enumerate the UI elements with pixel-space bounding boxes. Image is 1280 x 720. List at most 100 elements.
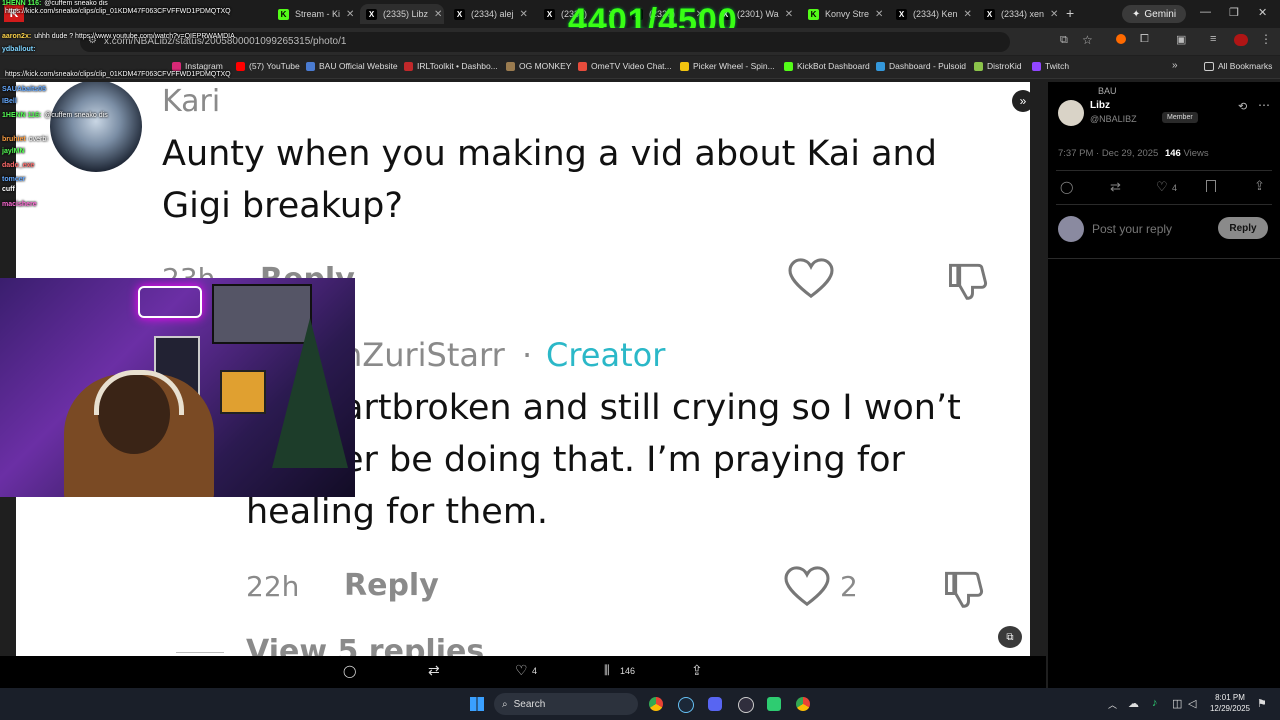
obs-icon[interactable] (738, 697, 754, 713)
bookmark-item[interactable]: BAU Official Website (306, 61, 398, 71)
tray-chevron-icon[interactable]: ︿ (1108, 698, 1117, 711)
chat-username: dado_exe (2, 162, 35, 169)
cloud-icon[interactable]: ☁ (1128, 697, 1139, 710)
dislike-icon[interactable] (940, 566, 986, 610)
view-replies[interactable]: View 5 replies (246, 634, 484, 656)
comment-text-line: er be doing that. I’m praying for (342, 440, 905, 480)
all-bookmarks-button[interactable]: All Bookmarks (1204, 61, 1272, 71)
puzzle-icon[interactable]: ⧠ (1140, 33, 1149, 46)
gemini-button[interactable]: ✦ Gemini (1122, 5, 1187, 23)
new-tab-button[interactable]: + (1066, 5, 1074, 21)
bookmark-item[interactable]: KickBot Dashboard (784, 61, 870, 71)
grok-icon[interactable]: ⟲ (1238, 100, 1247, 113)
bookmark-item[interactable]: Twitch (1032, 61, 1069, 71)
menu-lines-icon[interactable]: ≡ (1210, 33, 1216, 45)
chat-text: https://kick.com/sneako/clips/clip_01KDM… (5, 71, 231, 78)
like-icon[interactable]: ♡ (515, 662, 528, 679)
retweet-icon[interactable]: ⇄ (428, 662, 440, 679)
views-count: 146 (620, 666, 636, 676)
tab-label: (2335) Libz (383, 9, 429, 19)
bookmark-label: Twitch (1045, 61, 1070, 71)
heart-icon[interactable] (784, 566, 830, 608)
wifi-icon[interactable]: ◫ (1172, 697, 1182, 710)
star-icon[interactable]: ☆ (1082, 33, 1093, 47)
chat-message: bruhiet overbi (2, 136, 48, 143)
bookmark-item[interactable]: (57) YouTube (236, 61, 300, 71)
tab-close-icon[interactable]: ✕ (875, 9, 883, 20)
chrome-icon[interactable] (649, 697, 663, 711)
bookmark-icon[interactable] (1206, 180, 1216, 192)
install-icon[interactable]: ⧉ (1060, 34, 1068, 47)
bookmark-item[interactable]: DistroKid (974, 61, 1021, 71)
retweet-icon[interactable]: ⇄ (1110, 179, 1121, 195)
bookmark-favicon-icon (680, 61, 689, 71)
tab[interactable]: K Konvy Stre ✕ (802, 4, 886, 24)
start-icon[interactable] (470, 697, 484, 711)
chat-message: 1HENN 116: @cuffem sneako dis (2, 112, 108, 119)
reply-input[interactable]: Post your reply (1092, 222, 1172, 236)
more-icon[interactable]: ⋯ (1258, 98, 1270, 112)
maximize-icon[interactable]: ❐ (1229, 6, 1239, 19)
bookmark-item[interactable]: Instagram (172, 61, 223, 71)
profile-avatar[interactable] (1234, 34, 1248, 46)
close-window-icon[interactable]: ✕ (1258, 6, 1267, 19)
clock-date: 12/29/2025 (1209, 704, 1251, 713)
dislike-icon[interactable] (944, 258, 990, 302)
like-count: 2 (840, 570, 858, 603)
sparkle-icon: ✦ (1132, 8, 1141, 20)
bookmark-item[interactable]: Dashboard - Pulsoid (876, 61, 966, 71)
photo-tool-icon[interactable]: ⧉ (998, 626, 1022, 648)
reply-icon[interactable]: ◯ (1060, 180, 1073, 194)
notification-icon[interactable]: ⚑ (1257, 697, 1267, 710)
tab-favicon-icon: X (544, 8, 555, 20)
share-icon[interactable]: ⇪ (691, 662, 703, 679)
reply-button[interactable]: Reply (1218, 217, 1268, 239)
tab-close-icon[interactable]: ✕ (1050, 9, 1058, 20)
bookmark-item[interactable]: OmeTV Video Chat... (578, 61, 672, 71)
bookmark-item[interactable]: OG MONKEY (506, 61, 571, 71)
discord-icon[interactable] (708, 697, 722, 711)
views-icon[interactable]: ⫼ (604, 663, 610, 678)
tab-close-icon[interactable]: ✕ (520, 9, 528, 20)
clock[interactable]: 8:01 PM 12/29/2025 (1208, 692, 1252, 714)
bookmark-favicon-icon (784, 61, 793, 71)
app-icon[interactable] (767, 697, 781, 711)
tab[interactable]: K Stream - Ki ✕ (272, 4, 356, 24)
heart-icon[interactable] (788, 258, 834, 300)
tab-close-icon[interactable]: ✕ (434, 9, 442, 20)
author-avatar[interactable] (1058, 100, 1084, 126)
taskbar-search[interactable]: ⌕ Search (494, 693, 638, 715)
extension-icon[interactable] (1116, 34, 1126, 44)
share-icon[interactable]: ⇪ (1254, 178, 1265, 194)
tab[interactable]: X (2334) alej ✕ (448, 4, 532, 24)
reply-icon[interactable]: ◯ (343, 664, 356, 678)
chat-username: cuff (2, 186, 15, 193)
bookmark-item[interactable]: Picker Wheel - Spin... (680, 61, 775, 71)
tab-close-icon[interactable]: ✕ (964, 9, 972, 20)
expand-photo-icon[interactable]: » (1012, 90, 1030, 112)
tab[interactable]: X (2335) Libz ✕ (360, 4, 444, 24)
minimize-icon[interactable]: — (1200, 6, 1211, 18)
mic-icon[interactable]: ♪ (1152, 697, 1158, 709)
comment-time: 22h (246, 570, 300, 603)
tab[interactable]: X (2334) xen ✕ (978, 4, 1062, 24)
bookmark-favicon-icon (404, 61, 413, 71)
tab-close-icon[interactable]: ✕ (785, 9, 793, 20)
tab[interactable]: X (2334) Ken ✕ (890, 4, 974, 24)
volume-icon[interactable]: ◁ (1188, 697, 1196, 710)
chat-message: ydballout: (2, 46, 38, 53)
more-menu-icon[interactable]: ⋮ (1260, 32, 1272, 46)
bookmark-item[interactable]: IRLToolkit • Dashbo... (404, 61, 498, 71)
chat-username: 1HENN 116: (2, 0, 42, 7)
bookmark-label: IRLToolkit • Dashbo... (417, 61, 498, 71)
author-name[interactable]: Libz (1090, 100, 1110, 111)
steam-icon[interactable] (678, 697, 694, 713)
comment-reply[interactable]: Reply (344, 568, 439, 603)
chrome-active-icon[interactable] (796, 697, 810, 711)
chat-message: jaylMN (2, 148, 28, 155)
like-icon[interactable]: ♡ (1156, 179, 1168, 195)
tab-close-icon[interactable]: ✕ (346, 9, 354, 20)
bookmarks-overflow-icon[interactable]: » (1172, 60, 1178, 71)
author-handle[interactable]: @NBALIBZ (1090, 114, 1137, 124)
sidepanel-icon[interactable]: ▣ (1176, 33, 1186, 46)
